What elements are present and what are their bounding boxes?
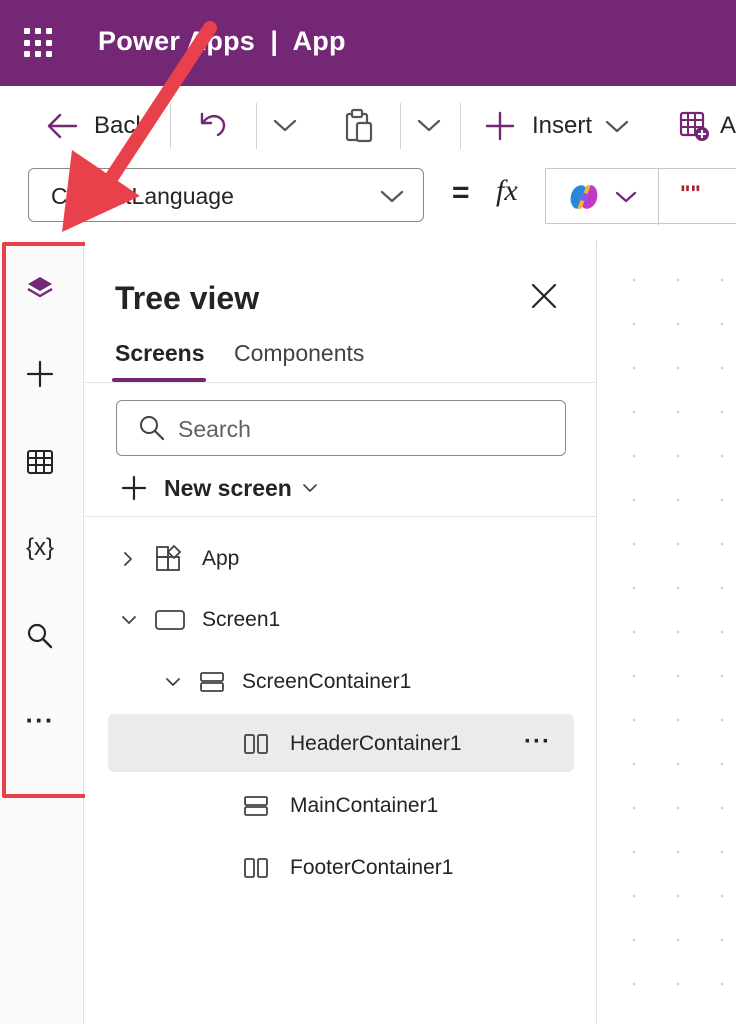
formula-input-area[interactable]: "" [545,168,736,225]
more-options-icon[interactable]: ··· [524,728,551,756]
divider [460,103,461,149]
chevron-right-icon [120,550,142,568]
highlight-box [2,242,96,798]
app-title: Power Apps | App [98,26,346,56]
chevron-down-icon [604,117,630,135]
node-label: FooterContainer1 [290,856,454,879]
chevron-down-icon [379,187,405,205]
back-button[interactable]: Back [46,108,147,144]
tree-node-screencontainer1[interactable]: ScreenContainer1 [164,656,411,708]
insert-button[interactable]: Insert [484,108,630,144]
add-data-label: A [720,112,736,139]
node-label: Screen1 [202,608,281,631]
paste-icon[interactable] [342,108,376,144]
search-icon [138,414,166,442]
formula-value: "" [680,181,701,206]
undo-icon[interactable] [198,110,230,140]
fx-icon[interactable]: fx [496,174,518,208]
tree-node-footercontainer1[interactable]: FooterContainer1 [242,842,453,894]
table-add-icon [678,110,710,142]
tree-node-screen1[interactable]: Screen1 [120,594,280,646]
property-dropdown[interactable]: ContentLanguage [28,168,424,222]
chevron-down-icon [302,482,318,494]
screen-icon [154,608,186,632]
divider [85,516,596,517]
new-screen-button[interactable]: New screen [120,470,318,506]
tab-components[interactable]: Components [234,340,364,367]
node-label: HeaderContainer1 [290,732,462,755]
design-canvas[interactable] [598,240,736,1024]
divider [256,103,257,149]
panel-title: Tree view [115,280,260,316]
divider [400,103,401,149]
divider [85,382,596,383]
arrow-left-icon [46,111,78,141]
search-placeholder: Search [178,416,251,442]
tab-screens[interactable]: Screens [115,340,205,367]
divider [170,103,171,149]
add-data-button[interactable]: A [678,108,736,144]
vertical-container-icon [242,794,270,818]
property-label: ContentLanguage [51,183,234,209]
chevron-down-icon[interactable] [614,189,638,205]
node-label: MainContainer1 [290,794,439,817]
chevron-down-icon[interactable] [416,116,442,134]
plus-icon [484,110,516,142]
insert-label: Insert [532,112,593,139]
horizontal-container-icon [242,732,270,756]
chevron-down-icon [164,674,186,690]
plus-icon [120,474,148,502]
app-launcher-icon[interactable] [24,28,54,58]
chevron-down-icon [120,612,142,628]
node-label: App [202,547,240,570]
horizontal-container-icon [242,856,270,880]
equals-sign: = [452,176,470,209]
close-icon[interactable] [530,282,558,310]
app-icon [154,544,184,574]
node-label: ScreenContainer1 [242,670,412,693]
chevron-down-icon[interactable] [272,116,298,134]
vertical-container-icon [198,670,226,694]
copilot-icon[interactable] [566,181,602,213]
back-label: Back [94,112,148,139]
divider [658,169,659,225]
tree-node-maincontainer1[interactable]: MainContainer1 [242,780,438,832]
tree-node-app[interactable]: App [120,533,239,585]
tree-node-headercontainer1[interactable]: HeaderContainer1 [242,718,462,770]
new-screen-label: New screen [164,474,292,501]
